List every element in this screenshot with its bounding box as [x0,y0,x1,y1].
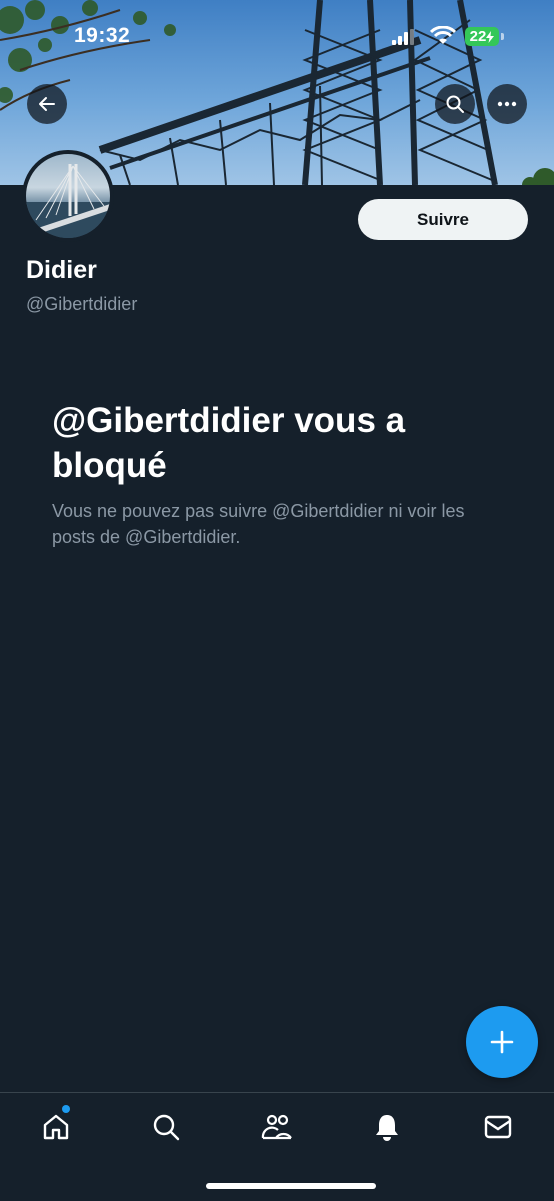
battery-level: 22 [469,28,487,45]
profile-handle: @Gibertdidier [26,294,138,314]
status-bar: 19:32 22 [0,0,554,70]
arrow-left-icon [39,97,55,111]
more-icon [497,101,517,107]
avatar-image [26,164,110,238]
blocked-description: Vous ne pouvez pas suivre @Gibertdidier … [52,501,465,547]
compose-button[interactable] [466,1006,538,1078]
search-icon [153,1114,180,1141]
communities-icon [261,1114,292,1140]
battery-cap [501,33,504,40]
bell-icon [376,1115,398,1141]
back-button[interactable] [27,84,67,124]
wifi-icon [430,26,456,44]
profile-display-name: Didier [26,256,97,284]
nav-messages[interactable] [478,1109,518,1145]
nav-search[interactable] [146,1109,186,1145]
profile-avatar[interactable] [22,150,114,242]
blocked-title: @Gibertdidier vous a bloqué [52,401,406,485]
mail-icon [484,1115,512,1139]
status-time: 19:32 [74,24,131,47]
home-indicator [206,1183,376,1189]
nav-home[interactable] [36,1109,76,1145]
plus-icon [490,1030,514,1054]
nav-notifications[interactable] [367,1109,407,1145]
battery-indicator: 22 [465,27,499,46]
charging-bolt-icon [486,30,495,43]
follow-button[interactable]: Suivre [358,199,528,240]
home-icon [43,1114,69,1140]
cellular-signal-icon [392,29,414,45]
search-button[interactable] [435,84,475,124]
search-icon [446,95,464,113]
home-notification-dot [62,1105,70,1113]
nav-communities[interactable] [257,1109,297,1145]
more-options-button[interactable] [487,84,527,124]
